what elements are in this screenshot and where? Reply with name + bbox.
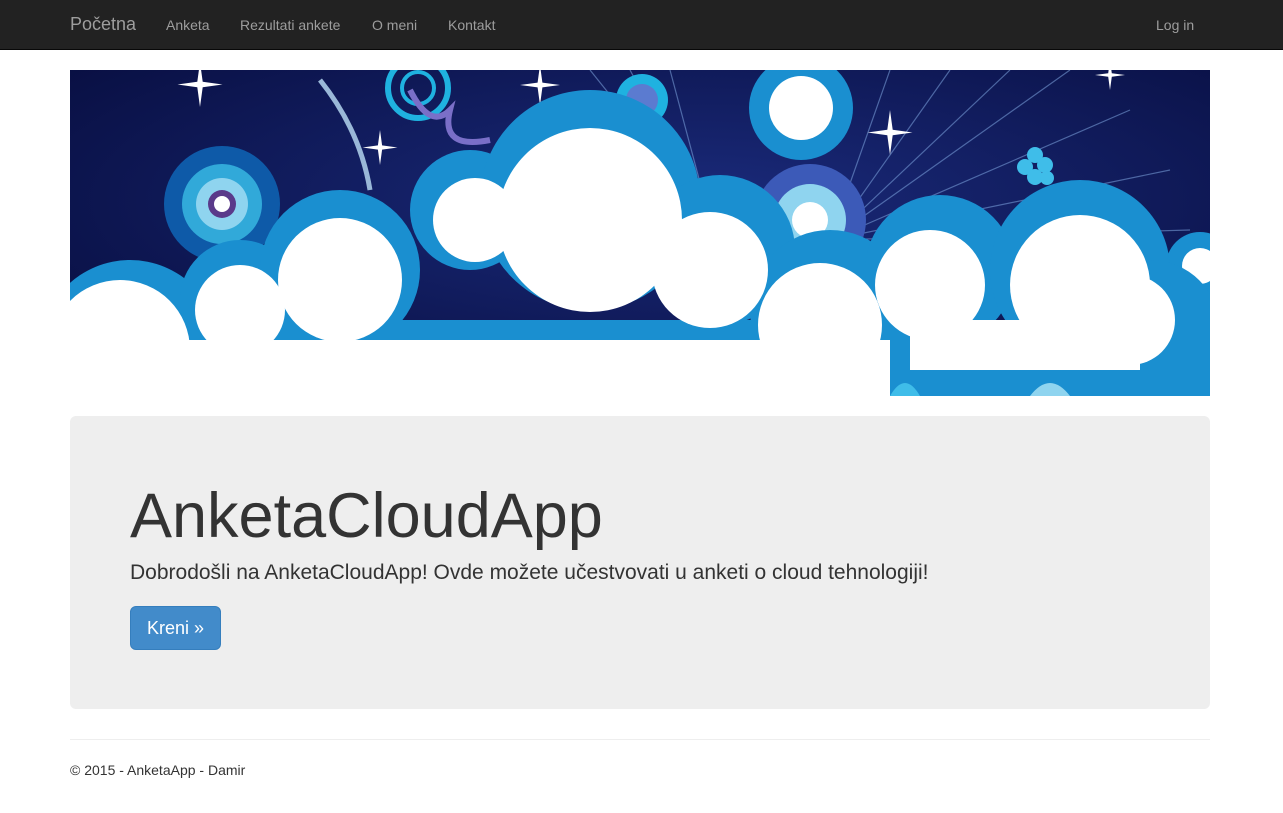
- start-button[interactable]: Kreni »: [130, 606, 222, 650]
- top-navbar: Početna Anketa Rezultati ankete O meni K…: [0, 0, 1283, 50]
- footer-copyright: © 2015 - AnketaApp - Damir: [70, 762, 246, 778]
- nav-item-rezultati-ankete[interactable]: Rezultati ankete: [240, 15, 340, 35]
- login-link[interactable]: Log in: [1156, 15, 1194, 35]
- cloud-banner-illustration: [70, 70, 1210, 396]
- cloud-banner-image: [70, 70, 1210, 396]
- nav-item-anketa[interactable]: Anketa: [166, 15, 210, 35]
- footer-divider: [70, 739, 1210, 740]
- nav-item-o-meni[interactable]: O meni: [372, 15, 417, 35]
- nav-item-kontakt[interactable]: Kontakt: [448, 15, 495, 35]
- brand-link-home[interactable]: Početna: [70, 14, 136, 34]
- page-title: AnketaCloudApp: [130, 481, 603, 551]
- jumbotron: AnketaCloudApp Dobrodošli na AnketaCloud…: [70, 416, 1210, 709]
- welcome-lead-text: Dobrodošli na AnketaCloudApp! Ovde možet…: [130, 561, 929, 584]
